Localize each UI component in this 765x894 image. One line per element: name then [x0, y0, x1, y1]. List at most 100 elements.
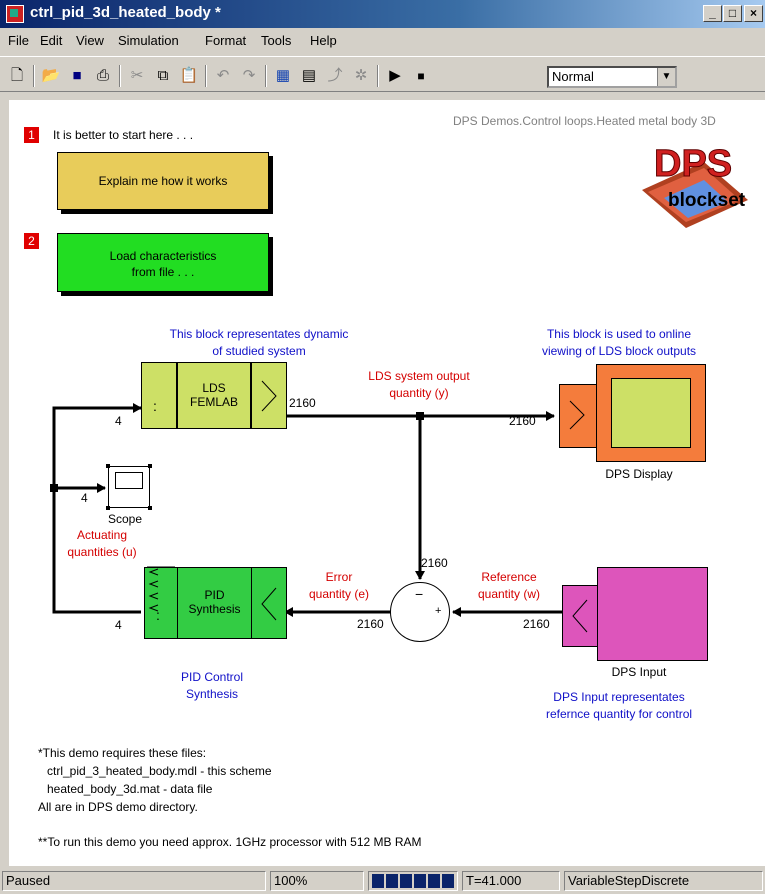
input-block-body[interactable] [597, 567, 708, 661]
pid-output-width: 4 [115, 618, 122, 632]
display-note-line1: This block is used to online [546, 327, 692, 341]
lds-input-width: 4 [115, 414, 122, 428]
dps-display-label: DPS Display [605, 467, 673, 481]
reference-label-line2: quantity (w) [477, 587, 541, 601]
lds-output-port[interactable] [251, 362, 287, 429]
redo-icon[interactable]: ↷ [238, 65, 260, 87]
dps-display-block[interactable] [559, 364, 706, 462]
go-to-parent-icon[interactable]: ⤴ [324, 65, 346, 87]
branch-point [416, 412, 424, 420]
maximize-button[interactable]: □ [723, 5, 742, 22]
pid-synthesis-block[interactable]: PID Synthesis : [144, 567, 287, 639]
dps-input-block[interactable] [562, 567, 708, 661]
scope-screen-icon [115, 472, 143, 489]
open-folder-icon[interactable]: 📂 [40, 65, 62, 87]
menu-simulation[interactable]: Simulation [118, 33, 179, 48]
reference-label-line1: Reference [481, 570, 537, 584]
requirements-note-line2: ctrl_pid_3_heated_body.mdl - this scheme [47, 764, 272, 778]
library-browser-icon[interactable]: ▦ [272, 65, 294, 87]
simulink-model-icon [6, 5, 24, 23]
menu-tools[interactable]: Tools [261, 33, 291, 48]
simulation-mode-value: Normal [552, 69, 594, 84]
error-width: 2160 [357, 617, 384, 631]
toolbar-separator [119, 65, 121, 87]
requirements-note-line3: heated_body_3d.mat - data file [47, 782, 213, 796]
dps-input-note-line1: DPS Input representates [553, 690, 685, 704]
menu-format[interactable]: Format [205, 33, 246, 48]
feedback-width: 2160 [421, 556, 448, 570]
menu-edit[interactable]: Edit [40, 33, 62, 48]
print-icon[interactable]: ⎙ [92, 65, 114, 87]
reference-width: 2160 [523, 617, 550, 631]
actuating-label-line1: Actuating [76, 528, 128, 542]
lds-block-body[interactable]: LDS FEMLAB [177, 362, 251, 429]
close-button[interactable]: × [744, 5, 763, 22]
paste-icon[interactable]: 📋 [178, 65, 200, 87]
copy-icon[interactable]: ⧉ [152, 65, 174, 87]
lds-output-label-line1: LDS system output [368, 369, 470, 383]
lds-input-port[interactable] [141, 362, 177, 429]
display-input-port[interactable] [559, 384, 597, 448]
sum-minus-sign: − [415, 586, 424, 602]
save-icon[interactable]: ■ [66, 65, 88, 87]
pid-block-body[interactable]: PID Synthesis [177, 567, 252, 639]
display-note-line2: viewing of LDS block outputs [541, 344, 697, 358]
pid-output-arrows [148, 568, 159, 612]
status-time: T=41.000 [462, 871, 560, 891]
sum-block[interactable]: − + [390, 582, 450, 642]
synthesis-label: Synthesis [188, 602, 241, 616]
menu-help[interactable]: Help [310, 33, 337, 48]
pid-caption-line2: Synthesis [185, 687, 239, 701]
display-input-width: 2160 [509, 414, 536, 428]
chevron-down-icon[interactable]: ▼ [657, 68, 675, 86]
simulation-mode-select[interactable]: Normal ▼ [547, 66, 677, 88]
lds-port-dots: : [153, 398, 157, 414]
title-bar[interactable]: ctrl_pid_3d_heated_body * _ □ × [0, 0, 765, 28]
model-canvas[interactable]: DPS Demos.Control loops.Heated metal bod… [9, 100, 765, 866]
signal-line-actuating[interactable] [52, 403, 142, 614]
status-solver: VariableStepDiscrete [564, 871, 763, 891]
window-title: ctrl_pid_3d_heated_body * [30, 4, 221, 21]
toolbar-separator [205, 65, 207, 87]
input-output-port[interactable] [562, 585, 598, 647]
cut-icon[interactable]: ✂ [126, 65, 148, 87]
sum-plus-sign: + [435, 605, 442, 617]
femlab-label: FEMLAB [189, 395, 238, 409]
menu-file[interactable]: File [8, 33, 29, 48]
lds-femlab-block[interactable]: LDS FEMLAB : [141, 362, 287, 429]
menu-view[interactable]: View [76, 33, 104, 48]
minimize-button[interactable]: _ [703, 5, 722, 22]
dps-input-note-line2: refernce quantity for control [545, 707, 693, 721]
requirements-note-line4: All are in DPS demo directory. [38, 800, 198, 814]
lds-output-label-line2: quantity (y) [389, 386, 449, 400]
status-zoom: 100% [270, 871, 364, 891]
simulink-window: ctrl_pid_3d_heated_body * _ □ × File Edi… [0, 0, 765, 894]
error-label-line1: Error [325, 570, 353, 584]
pid-input-port[interactable] [251, 567, 287, 639]
stop-simulation-icon[interactable]: ■ [410, 65, 432, 87]
start-simulation-icon[interactable]: ▶ [384, 65, 406, 87]
actuating-label-line2: quantities (u) [67, 545, 137, 559]
model-browser-icon[interactable]: ▤ [298, 65, 320, 87]
display-block-body[interactable] [596, 364, 706, 462]
scope-block[interactable] [106, 464, 152, 510]
error-label-line2: quantity (e) [308, 587, 370, 601]
new-file-icon[interactable]: 🗋 [6, 65, 28, 87]
pid-label: PID [204, 588, 225, 602]
dps-input-label: DPS Input [611, 665, 667, 679]
toolbar-separator [377, 65, 379, 87]
requirements-note-line1: *This demo requires these files: [38, 746, 207, 760]
lds-label: LDS [202, 381, 226, 395]
branch-point [50, 484, 58, 492]
lds-note-line1: This block representates dynamic [169, 327, 349, 341]
menu-bar: File Edit View Simulation Format Tools H… [0, 30, 765, 52]
display-screen [611, 378, 691, 448]
lds-output-width: 2160 [289, 396, 316, 410]
progress-fill [372, 874, 454, 888]
status-bar: Paused 100% T=41.000 VariableStepDiscret… [0, 869, 765, 894]
status-state: Paused [2, 871, 266, 891]
status-progress [368, 871, 458, 891]
debug-icon[interactable]: ✲ [350, 65, 372, 87]
undo-icon[interactable]: ↶ [212, 65, 234, 87]
lds-note-line2: of studied system [212, 344, 306, 358]
